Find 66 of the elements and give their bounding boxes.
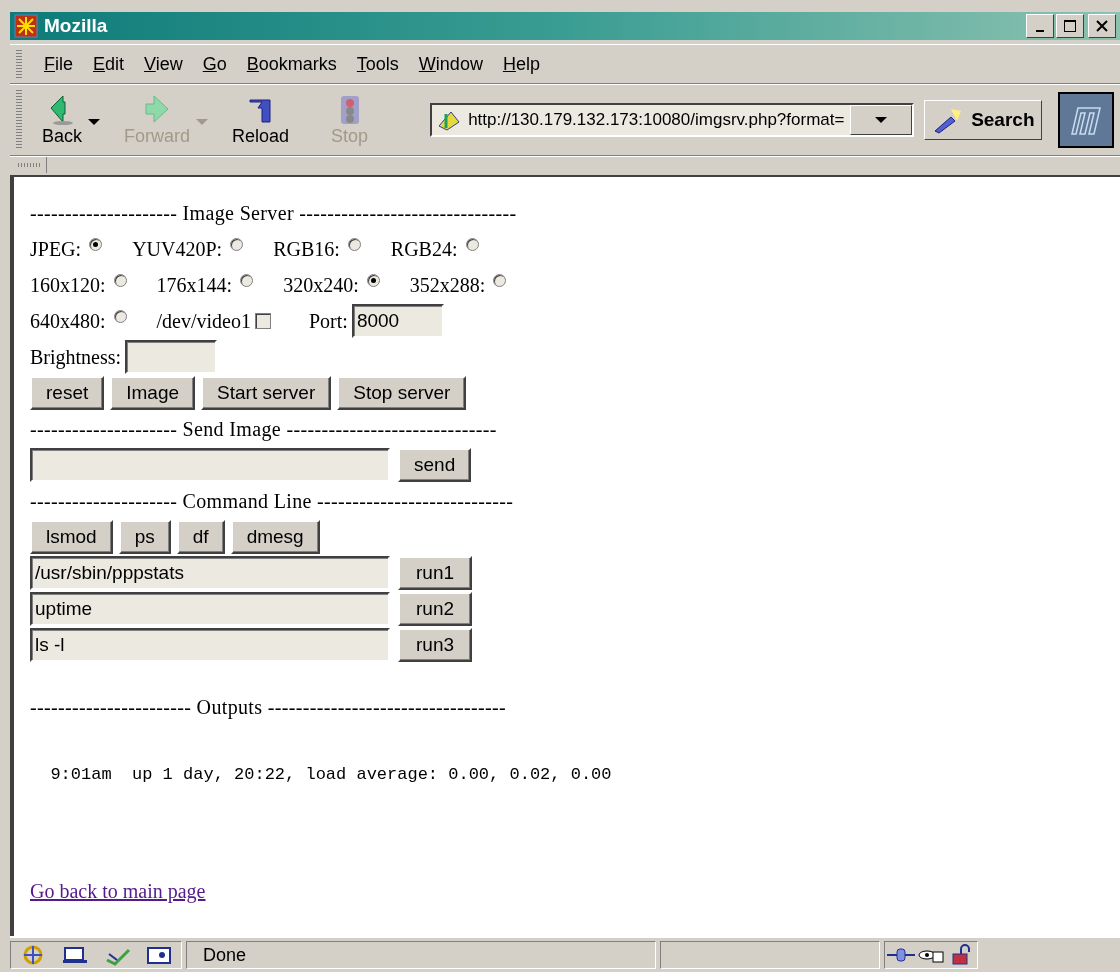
radio-label: 640x480: bbox=[30, 309, 106, 333]
menu-item[interactable]: Go bbox=[194, 51, 235, 77]
radio-button[interactable] bbox=[366, 273, 380, 287]
status-text: Done bbox=[186, 941, 656, 969]
command-field[interactable]: uptime bbox=[30, 592, 390, 626]
close-button[interactable] bbox=[1088, 14, 1116, 38]
toolbar-button[interactable]: Reload bbox=[226, 91, 296, 149]
command-button[interactable]: lsmod bbox=[30, 520, 113, 554]
field-label: Port: bbox=[309, 309, 348, 333]
radio-label: RGB24: bbox=[390, 237, 458, 261]
command-output: 9:01am up 1 day, 20:22, load average: 0.00, 0.02, 0.00 bbox=[49, 765, 613, 784]
maximize-button[interactable] bbox=[1056, 14, 1084, 38]
command-field[interactable]: /usr/sbin/pppstats bbox=[30, 556, 390, 590]
address-field[interactable]: http://130.179.132.173:10080/imgsrv.php?format= bbox=[430, 103, 915, 137]
port-field[interactable]: 8000 bbox=[351, 304, 444, 338]
minimize-button[interactable] bbox=[1026, 14, 1054, 38]
search-button[interactable]: Search bbox=[924, 100, 1042, 140]
menu-item[interactable]: Help bbox=[494, 51, 548, 77]
caret-icon bbox=[875, 117, 888, 123]
send-field[interactable] bbox=[30, 448, 390, 482]
command-button[interactable]: df bbox=[176, 520, 225, 554]
window-title: Mozilla bbox=[44, 15, 109, 37]
close-icon bbox=[1096, 20, 1108, 32]
command-button[interactable]: dmesg bbox=[230, 520, 320, 554]
menu-item[interactable]: Bookmarks bbox=[238, 51, 345, 77]
section-heading: --------------------- Image Server ------------------------------- bbox=[30, 201, 517, 225]
form-button[interactable]: Start server bbox=[201, 376, 332, 410]
checkbox[interactable] bbox=[255, 313, 271, 329]
run-button[interactable]: run3 bbox=[398, 628, 473, 662]
section-heading: --------------------- Send Image ------------------------------ bbox=[30, 417, 497, 441]
form-button[interactable]: Stop server bbox=[337, 376, 467, 410]
checkbox-label: /dev/video1 bbox=[156, 309, 251, 333]
dropdown-button[interactable] bbox=[850, 105, 913, 135]
radio-label: YUV420P: bbox=[132, 237, 223, 261]
radio-label: JPEG: bbox=[30, 237, 82, 261]
main-page-link[interactable]: Go back to main page bbox=[30, 880, 206, 903]
brightness-field[interactable] bbox=[125, 340, 218, 374]
radio-button[interactable] bbox=[113, 309, 127, 323]
throbber-logo[interactable] bbox=[1058, 92, 1114, 148]
menu-item[interactable]: Tools bbox=[348, 51, 407, 77]
form-button[interactable]: reset bbox=[30, 376, 105, 410]
radio-label: 176x144: bbox=[156, 273, 233, 297]
radio-label: 352x288: bbox=[409, 273, 486, 297]
radio-label: RGB16: bbox=[273, 237, 340, 261]
menu-item[interactable]: File bbox=[36, 51, 81, 77]
mozilla-logo-icon bbox=[14, 14, 38, 38]
field-label: Brightness: bbox=[30, 345, 122, 369]
command-field[interactable]: ls -l bbox=[30, 628, 390, 662]
run-button[interactable]: run1 bbox=[398, 556, 473, 590]
toolbar-button[interactable]: Back bbox=[36, 91, 89, 149]
radio-label: 320x240: bbox=[283, 273, 359, 297]
menu-item[interactable]: Edit bbox=[85, 51, 133, 77]
menu-item[interactable]: View bbox=[136, 51, 191, 77]
section-heading: ----------------------- Outputs ---------------------------------- bbox=[30, 695, 507, 719]
minimize-icon bbox=[1036, 30, 1044, 32]
radio-button[interactable] bbox=[230, 237, 244, 251]
caret-icon[interactable] bbox=[88, 119, 101, 125]
radio-label: 160x120: bbox=[30, 273, 106, 297]
radio-button[interactable] bbox=[465, 237, 479, 251]
form-button[interactable]: Image bbox=[110, 376, 196, 410]
section-heading: --------------------- Command Line ---------------------------- bbox=[30, 489, 514, 513]
command-button[interactable]: ps bbox=[118, 520, 171, 554]
run-button[interactable]: run2 bbox=[398, 592, 473, 626]
maximize-icon bbox=[1063, 19, 1077, 33]
menu-item[interactable]: Window bbox=[410, 51, 491, 77]
send-button[interactable]: send bbox=[398, 448, 472, 482]
